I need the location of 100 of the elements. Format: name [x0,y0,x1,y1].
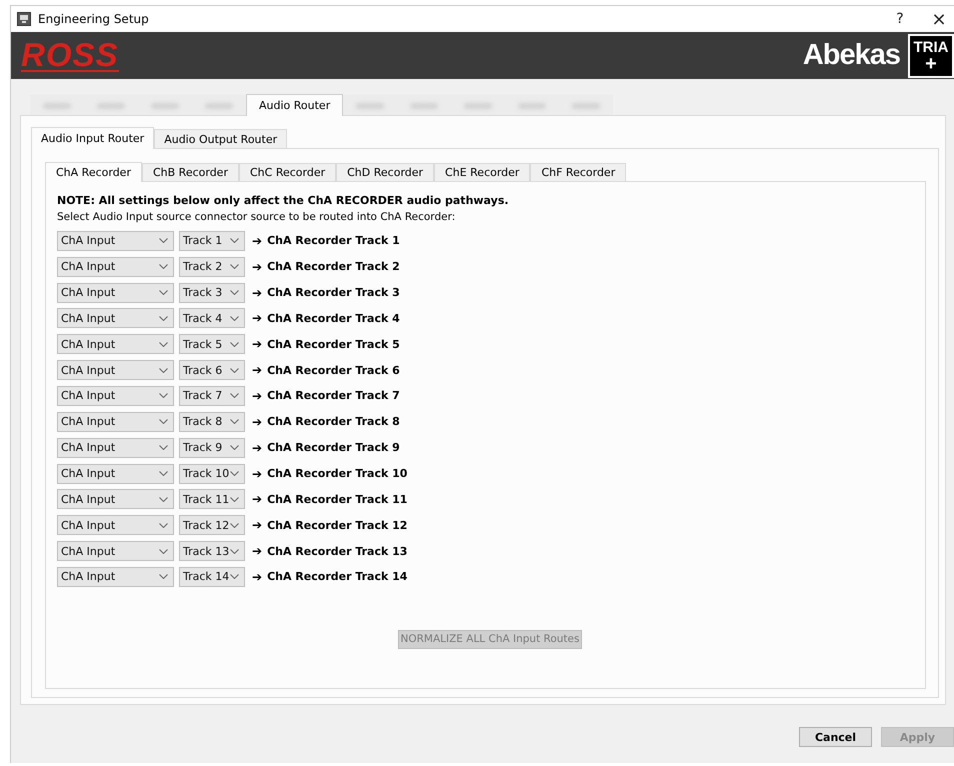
source-dropdown[interactable]: ChA Input [57,360,174,380]
source-dropdown[interactable]: ChA Input [57,541,174,562]
source-dropdown[interactable]: ChA Input [57,566,174,587]
destination-label: ChA Recorder Track 13 [267,544,408,558]
logo-text: Abekas [802,39,900,72]
chevron-icon [159,342,168,347]
chevron-icon [230,290,239,296]
chevron-icon [159,471,168,476]
source-dropdown[interactable]: ChA Input [57,464,174,484]
window-title: Engineering Setup [38,12,149,26]
blurred-tab[interactable] [559,95,614,115]
arrow-glyph: ➔ [252,492,262,506]
help-button[interactable]: ? [883,11,917,27]
chevron-icon [230,471,239,476]
track-dropdown[interactable]: Track 13 [179,541,245,562]
chevron-icon [230,548,239,554]
tab[interactable]: ChC Recorder [238,163,336,181]
source-dropdown[interactable]: ChA Input [57,308,174,328]
destination-label: ChA Recorder Track 11 [267,492,408,506]
arrow-glyph: ➔ [252,570,262,584]
track-dropdown[interactable]: Track 7 [179,386,245,406]
track-dropdown[interactable]: Track 9 [179,438,245,458]
badge-text: + [925,56,937,72]
chevron-icon [230,393,239,398]
source-dropdown[interactable]: ChA Input [57,386,174,406]
app-icon [17,12,31,26]
instruction-text: Select Audio Input source connector source to be routed into ChA Recorder: [57,211,456,223]
destination-label: ChA Recorder Track 1 [267,234,400,248]
track-dropdown[interactable]: Track 2 [179,256,245,277]
chevron-icon [159,548,168,554]
dialog-button[interactable]: Cancel [799,727,872,747]
destination-label: ChA Recorder Track 5 [267,338,400,351]
tab[interactable]: ChF Recorder [530,163,626,181]
destination-label: ChA Recorder Track 10 [267,467,408,480]
chevron-icon [230,574,239,580]
chevron-icon [159,316,168,321]
tab[interactable]: ChD Recorder [336,163,434,181]
arrow-glyph: ➔ [252,286,262,300]
arrow-glyph: ➔ [252,440,262,455]
chevron-icon [159,238,168,244]
chevron-icon [159,445,168,450]
arrow-glyph: ➔ [252,234,262,248]
source-dropdown[interactable]: ChA Input [57,489,174,510]
destination-label: ChA Recorder Track 8 [267,415,400,428]
arrow-glyph: ➔ [252,388,262,403]
chevron-icon [230,522,239,528]
arrow-glyph: ➔ [252,363,262,378]
chevron-icon [159,290,168,296]
tab[interactable]: ChA Recorder [45,162,142,182]
arrow-glyph: ➔ [252,518,262,532]
destination-label: ChA Recorder Track 7 [267,389,400,402]
destination-label: ChA Recorder Track 9 [267,441,400,454]
chevron-icon [230,316,239,321]
tab[interactable]: ChE Recorder [434,163,530,181]
track-dropdown[interactable]: Track 5 [179,334,245,354]
source-dropdown[interactable]: ChA Input [57,412,174,432]
chevron-icon [230,342,239,347]
note-text: NOTE: All settings below only affect the ChA RECORDER audio pathways. [57,194,510,207]
tab[interactable]: ChB Recorder [142,163,239,181]
source-dropdown[interactable]: ChA Input [57,515,174,536]
source-dropdown[interactable]: ChA Input [57,256,174,277]
chevron-icon [230,445,239,450]
chevron-icon [230,419,239,424]
destination-label: ChA Recorder Track 3 [267,286,400,300]
track-dropdown[interactable]: Track 14 [179,566,245,587]
badge-text: TRIA [914,40,948,56]
track-dropdown[interactable]: Track 8 [179,412,245,432]
arrow-glyph: ➔ [252,544,262,558]
close-button[interactable]: × [924,8,954,30]
arrow-glyph: ➔ [252,466,262,481]
track-dropdown[interactable]: Track 4 [179,308,245,328]
chevron-icon [159,496,168,502]
track-dropdown[interactable]: Track 12 [179,515,245,536]
blurred-tab[interactable] [343,95,398,115]
tab[interactable]: Audio Input Router [31,127,154,149]
blurred-tab[interactable] [30,95,84,115]
source-dropdown[interactable]: ChA Input [57,334,174,354]
track-dropdown[interactable]: Track 10 [179,464,245,484]
chevron-icon [230,264,239,270]
logo-text: ROSS [21,40,119,72]
track-dropdown[interactable]: Track 6 [179,360,245,380]
chevron-icon [230,368,239,373]
arrow-glyph: ➔ [252,311,262,326]
source-dropdown[interactable]: ChA Input [57,438,174,458]
source-dropdown[interactable]: ChA Input [57,230,174,251]
tab[interactable]: Audio Router [246,94,344,116]
track-dropdown[interactable]: Track 11 [179,489,245,510]
chevron-icon [159,368,168,373]
track-dropdown[interactable]: Track 1 [179,230,245,251]
tab[interactable]: Audio Output Router [154,129,288,148]
destination-label: ChA Recorder Track 6 [267,364,400,377]
source-dropdown[interactable]: ChA Input [57,282,174,303]
arrow-glyph: ➔ [252,337,262,352]
track-dropdown[interactable]: Track 3 [179,282,245,303]
arrow-glyph: ➔ [252,414,262,429]
blurred-tab[interactable] [192,95,246,115]
destination-label: ChA Recorder Track 2 [267,260,400,274]
chevron-icon [159,522,168,528]
chevron-icon [230,238,239,244]
destination-label: ChA Recorder Track 14 [267,570,408,584]
